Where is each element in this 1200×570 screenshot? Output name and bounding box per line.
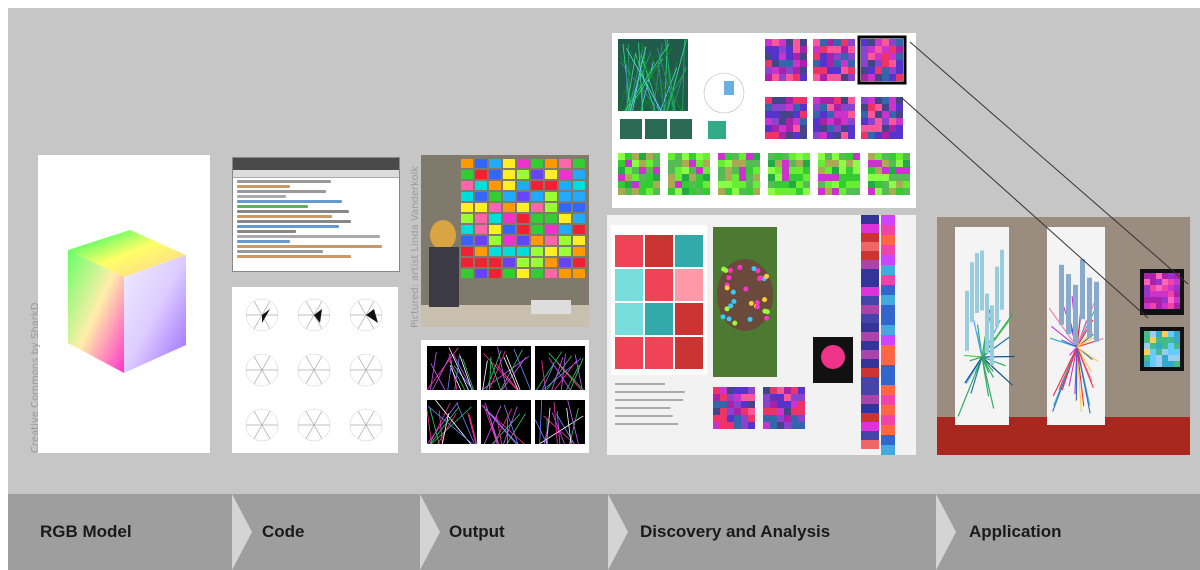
step-discovery-analysis: Discovery and Analysis [640, 522, 831, 541]
step-code: Code [262, 522, 305, 541]
step-output: Output [449, 522, 505, 541]
chevron-right-icon [420, 494, 440, 570]
chevron-right-icon [608, 494, 628, 570]
chevron-right-icon [936, 494, 956, 570]
step-application: Application [969, 522, 1062, 541]
zoom-connector-lines [901, 41, 1189, 319]
chevron-right-icon [232, 494, 252, 570]
step-rgb-model: RGB Model [40, 522, 132, 541]
process-footer: RGB Model Code Output Discovery and Anal… [8, 494, 1200, 570]
